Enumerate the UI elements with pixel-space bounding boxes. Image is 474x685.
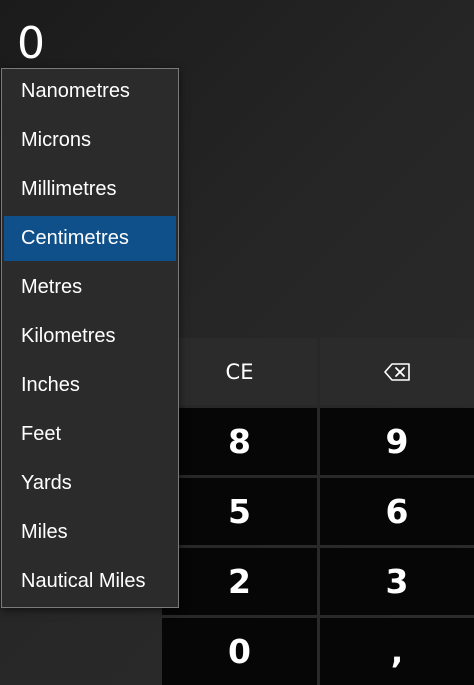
unit-option-nanometres[interactable]: Nanometres [4,69,176,114]
keypad: CE 8 9 5 6 2 3 0 , [162,338,474,685]
unit-option-metres[interactable]: Metres [4,265,176,310]
decimal-separator-button[interactable]: , [320,618,474,685]
input-value-display: 0 [17,18,45,69]
unit-option-centimetres[interactable]: Centimetres [4,216,176,261]
clear-entry-button[interactable]: CE [162,338,317,405]
digit-8-button[interactable]: 8 [162,408,317,475]
digit-5-button[interactable]: 5 [162,478,317,545]
digit-6-button[interactable]: 6 [320,478,474,545]
unit-option-kilometres[interactable]: Kilometres [4,314,176,359]
digit-9-button[interactable]: 9 [320,408,474,475]
unit-dropdown-list[interactable]: Nanometres Microns Millimetres Centimetr… [1,68,179,608]
digit-0-button[interactable]: 0 [162,618,317,685]
digit-3-button[interactable]: 3 [320,548,474,615]
digit-2-button[interactable]: 2 [162,548,317,615]
unit-option-miles[interactable]: Miles [4,510,176,555]
unit-option-inches[interactable]: Inches [4,363,176,408]
unit-option-microns[interactable]: Microns [4,118,176,163]
unit-option-nautical-miles[interactable]: Nautical Miles [4,559,176,604]
backspace-button[interactable] [320,338,474,405]
unit-option-yards[interactable]: Yards [4,461,176,506]
backspace-icon [384,362,410,381]
unit-option-millimetres[interactable]: Millimetres [4,167,176,212]
unit-option-feet[interactable]: Feet [4,412,176,457]
